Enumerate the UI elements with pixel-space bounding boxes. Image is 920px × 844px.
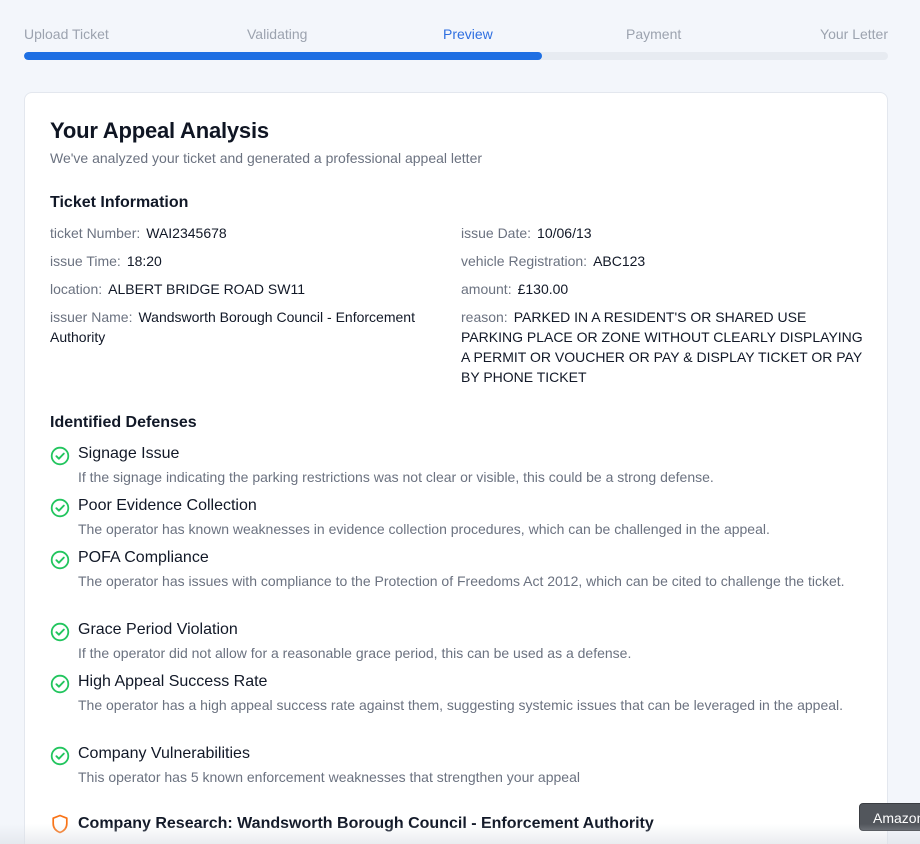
location-value: ALBERT BRIDGE ROAD SW11 [108,281,305,297]
issue-date-field: issue Date: 10/06/13 [461,223,866,243]
step-upload-ticket: Upload Ticket [24,26,109,42]
identified-defenses-heading: Identified Defenses [50,414,197,431]
issuer-name-field: issuer Name: Wandsworth Borough Council -… [50,307,445,347]
check-circle-icon [50,746,70,766]
reason-field: reason: PARKED IN A RESIDENT'S OR SHARED … [461,307,866,387]
progress-fill [24,52,543,60]
vehicle-registration-value: ABC123 [593,253,646,269]
vehicle-registration-field: vehicle Registration: ABC123 [461,251,866,271]
defense-name: POFA Compliance [78,549,209,566]
issue-date-value: 10/06/13 [537,225,592,241]
progress-track [24,52,888,60]
issuer-name-label: issuer Name: [50,309,133,325]
defense-name: Poor Evidence Collection [78,497,257,514]
issue-time-value: 18:20 [126,253,162,269]
defense-description: If the signage indicating the parking re… [78,469,714,485]
defense-description: The operator has known weaknesses in evi… [78,521,770,537]
page-subtitle: We've analyzed your ticket and generated… [50,150,483,166]
defense-description: If the operator did not allow for a reas… [78,645,632,661]
ticket-number-field: ticket Number: WAI2345678 [50,223,445,243]
issue-time-label: issue Time: [50,253,121,269]
defense-description: The operator has issues with compliance … [78,573,845,589]
appeal-analysis-card: Your Appeal Analysis We've analyzed your… [24,92,888,844]
issue-time-field: issue Time: 18:20 [50,251,445,271]
defense-name: Grace Period Violation [78,621,238,638]
shield-icon [52,814,68,834]
vehicle-registration-label: vehicle Registration: [461,253,588,269]
defense-name: Signage Issue [78,445,180,462]
step-preview: Preview [443,26,493,42]
check-circle-icon [50,498,70,518]
step-payment: Payment [626,26,682,42]
location-label: location: [50,281,103,297]
amount-label: amount: [461,281,512,297]
step-labels: Upload Ticket Validating Preview Payment… [24,26,888,44]
company-research-header: Company Research: Wandsworth Borough Cou… [50,813,850,837]
location-field: location: ALBERT BRIDGE ROAD SW11 [50,279,445,299]
check-circle-icon [50,446,70,466]
step-your-letter: Your Letter [820,26,888,42]
amount-value: £130.00 [517,281,569,297]
amount-field: amount: £130.00 [461,279,866,299]
company-research-title: Company Research: Wandsworth Borough Cou… [78,815,654,832]
defense-name: High Appeal Success Rate [78,673,268,690]
ticket-number-label: ticket Number: [50,225,141,241]
page-title: Your Appeal Analysis [50,118,269,143]
reason-value: PARKED IN A RESIDENT'S OR SHARED USE PAR… [461,309,863,385]
tooltip: Amazon [859,803,920,831]
progress-stepper: Upload Ticket Validating Preview Payment… [24,0,888,60]
ticket-number-value: WAI2345678 [146,225,227,241]
reason-label: reason: [461,309,508,325]
check-circle-icon [50,622,70,642]
defense-description: This operator has 5 known enforcement we… [78,769,580,785]
step-validating: Validating [247,26,308,42]
defense-name: Company Vulnerabilities [78,745,250,762]
issue-date-label: issue Date: [461,225,532,241]
defense-description: The operator has a high appeal success r… [78,697,844,713]
check-circle-icon [50,674,70,694]
ticket-information-heading: Ticket Information [50,194,189,211]
check-circle-icon [50,550,70,570]
